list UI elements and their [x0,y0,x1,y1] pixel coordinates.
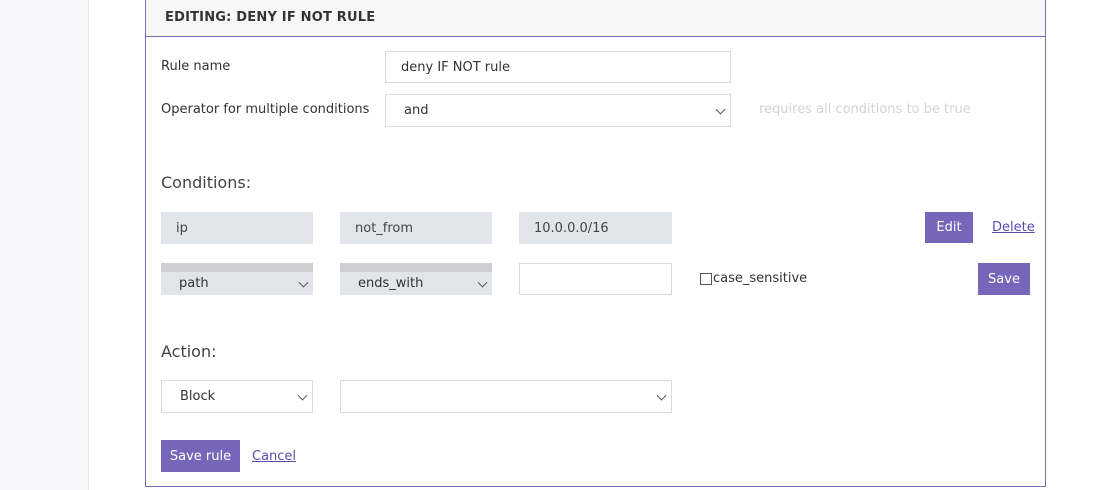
condition-operator-readonly: not_from [340,212,492,244]
new-condition-field-select[interactable]: path [161,263,313,295]
chevron-down-icon [298,277,309,288]
chevron-down-icon [715,104,726,115]
chevron-down-icon [477,277,488,288]
conditions-heading: Conditions: [161,173,252,192]
panel-header: EDITING: DENY IF NOT RULE [146,0,1045,37]
condition-value-text: 10.0.0.0/16 [534,220,609,236]
case-sensitive-checkbox[interactable] [700,273,712,285]
condition-field-readonly: ip [161,212,313,244]
rule-name-input[interactable]: deny IF NOT rule [385,51,731,83]
rule-editor-panel: EDITING: DENY IF NOT RULE Rule name deny… [145,0,1046,487]
condition-value-readonly: 10.0.0.0/16 [519,212,672,244]
new-condition-field-value: path [179,276,209,291]
chevron-down-icon [297,390,308,401]
action-parameter-select[interactable] [340,380,672,413]
action-type-value: Block [180,389,216,404]
condition-field-value: ip [176,220,188,236]
new-condition-operator-select[interactable]: ends_with [340,263,492,295]
rule-name-value: deny IF NOT rule [401,59,510,75]
rule-name-label: Rule name [161,59,231,74]
operator-label: Operator for multiple conditions [161,102,370,117]
operator-hint: requires all conditions to be true [759,102,971,117]
sidebar-background [0,0,89,490]
condition-operator-value: not_from [355,220,414,236]
edit-condition-button[interactable]: Edit [925,212,973,243]
new-condition-value-input[interactable] [519,263,672,295]
cancel-link[interactable]: Cancel [252,449,296,464]
action-type-select[interactable]: Block [161,380,313,413]
delete-condition-link[interactable]: Delete [992,220,1035,235]
panel-title: EDITING: DENY IF NOT RULE [165,10,376,25]
chevron-down-icon [656,390,667,401]
case-sensitive-label: case_sensitive [713,271,808,286]
save-rule-button[interactable]: Save rule [161,440,240,472]
operator-select[interactable]: and [385,94,731,127]
action-heading: Action: [161,342,217,361]
new-condition-operator-value: ends_with [358,276,424,291]
operator-value: and [404,103,429,118]
save-condition-button[interactable]: Save [978,263,1030,295]
